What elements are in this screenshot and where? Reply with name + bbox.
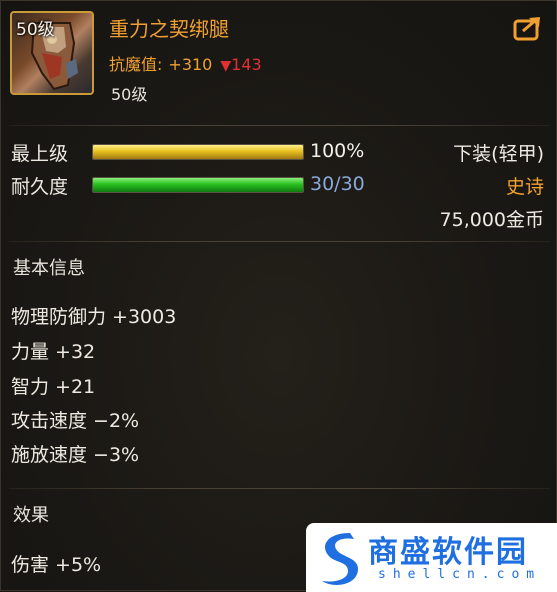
stat-line: 物理防御力 +3003 [11, 306, 177, 328]
watermark-logo-icon [322, 533, 358, 585]
magic-resist-value: +310 [168, 55, 213, 74]
share-arrow-icon [513, 17, 540, 41]
divider [9, 241, 550, 242]
durability-value: 30/30 [310, 173, 365, 195]
item-name: 重力之契绑腿 [109, 17, 229, 41]
watermark-url: shellcn.com [378, 567, 542, 582]
grade-bar [92, 144, 304, 160]
magic-resist-line: 抗魔值: +310 ▼143 [109, 51, 262, 75]
item-level: 50级 [111, 85, 148, 104]
down-triangle-icon: ▼ [220, 58, 232, 74]
effect-line: 伤害 +5% [11, 554, 102, 576]
price: 75,000金币 [439, 209, 544, 231]
share-button[interactable] [513, 15, 543, 41]
base-info-title: 基本信息 [13, 258, 85, 279]
item-icon: 50级 [10, 11, 94, 95]
grade-label: 最上级 [11, 143, 69, 165]
rarity: 史诗 [505, 176, 544, 198]
divider [9, 488, 550, 489]
stat-line: 力量 +32 [11, 341, 96, 363]
watermark-title: 商盛软件园 [368, 535, 528, 570]
magic-resist-label: 抗魔值: [109, 55, 163, 74]
grade-value: 100% [310, 140, 365, 162]
watermark: 商盛软件园 shellcn.com [306, 523, 557, 592]
durability-bar-fill [93, 178, 303, 192]
effects-title: 效果 [13, 505, 49, 526]
stat-line: 攻击速度 −2% [11, 410, 140, 432]
divider [9, 125, 550, 126]
durability-label: 耐久度 [11, 176, 69, 198]
item-icon-level: 50级 [16, 20, 55, 40]
item-tooltip: 50级 重力之契绑腿 抗魔值: +310 ▼143 50级 最上级 100% 耐久度… [0, 0, 557, 592]
durability-bar [92, 177, 304, 193]
grade-bar-fill [93, 145, 303, 159]
stat-line: 智力 +21 [11, 376, 96, 398]
stat-line: 施放速度 −3% [11, 444, 140, 466]
slot-type: 下装(轻甲) [453, 143, 544, 165]
magic-resist-down: 143 [231, 55, 262, 74]
